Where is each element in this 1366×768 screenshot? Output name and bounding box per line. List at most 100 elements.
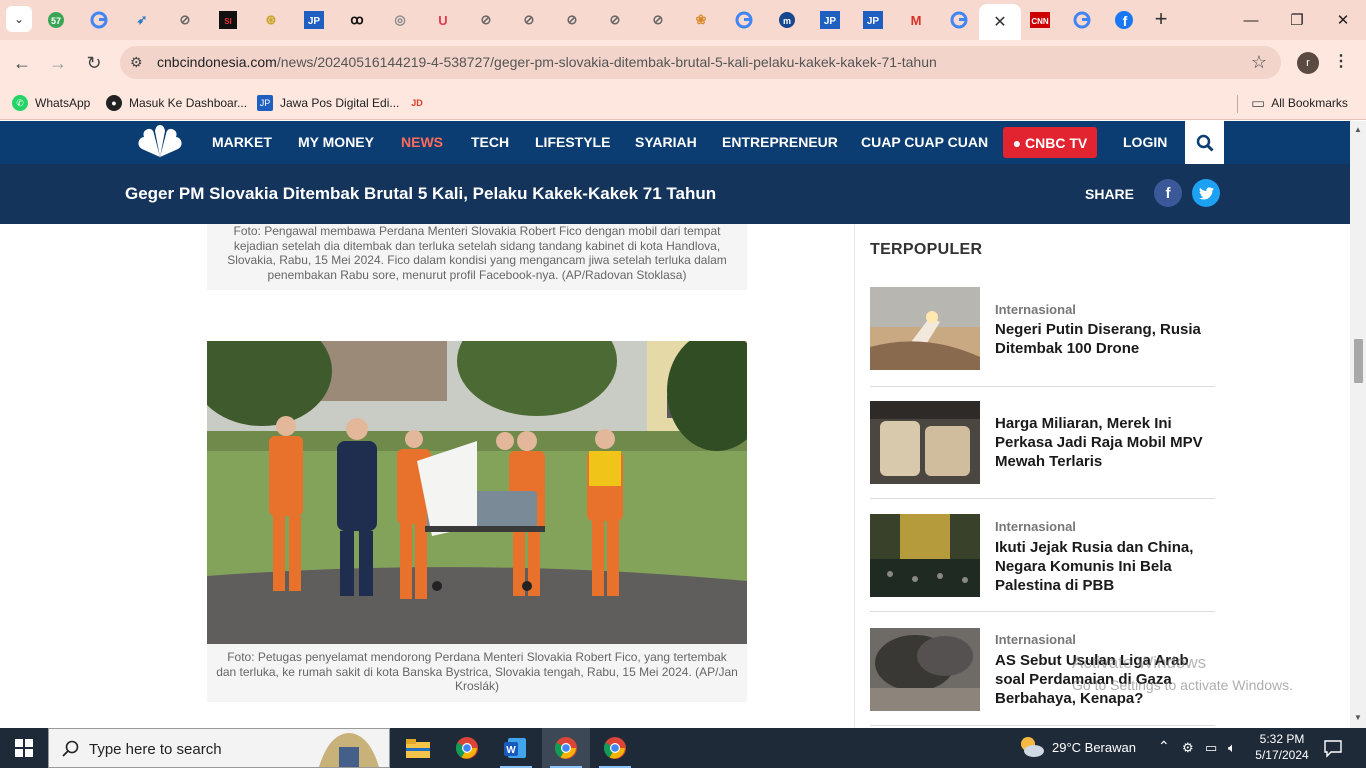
taskbar-search[interactable]: Type here to search (48, 728, 390, 768)
tab-favicon[interactable]: ❀ (689, 9, 713, 31)
tab-favicon-gmail[interactable]: M (904, 9, 928, 31)
caption-text: Foto: Petugas penyelamat mendorong Perda… (216, 650, 738, 693)
profile-avatar[interactable]: r (1297, 52, 1319, 74)
reload-button[interactable]: ↻ (81, 50, 107, 76)
tab-favicon-globe[interactable]: ⊘ (646, 9, 670, 31)
nav-entrepreneur[interactable]: ENTREPRENEUR (722, 134, 838, 150)
tab-favicon-globe[interactable]: ⊘ (173, 9, 197, 31)
tab-favicon[interactable]: m (775, 9, 799, 31)
page-scrollbar[interactable]: ▲ ▼ (1350, 121, 1366, 728)
scroll-up-icon[interactable]: ▲ (1354, 125, 1362, 134)
forward-button[interactable]: → (45, 50, 71, 76)
tab-favicon[interactable]: ◎ (388, 9, 412, 31)
popular-item[interactable]: Internasional Ikuti Jejak Rusia dan Chin… (870, 514, 1215, 612)
popular-category[interactable]: Internasional (995, 302, 1076, 317)
chrome-icon (555, 737, 577, 759)
clock-date: 5/17/2024 (1255, 748, 1309, 762)
tab-favicon-facebook[interactable]: f (1112, 9, 1136, 31)
url-text[interactable]: cnbcindonesia.com/news/20240516144219-4-… (157, 54, 937, 70)
bookmark-site[interactable]: JD (409, 93, 432, 113)
network-settings-icon[interactable]: ⚙ (1182, 740, 1194, 756)
chrome-profile-app[interactable] (591, 728, 639, 768)
reload-icon: ↻ (86, 52, 102, 73)
tab-favicon-google[interactable] (1070, 9, 1094, 31)
chrome-app[interactable] (443, 728, 491, 768)
back-button[interactable]: ← (9, 50, 35, 76)
tab-favicon[interactable]: ⊛ (259, 9, 283, 31)
nav-market[interactable]: MARKET (212, 134, 272, 150)
notification-icon[interactable] (1323, 738, 1343, 758)
popular-item[interactable]: Harga Miliaran, Merek Ini Perkasa Jadi R… (870, 401, 1215, 499)
close-tab-icon[interactable]: ✕ (993, 12, 1006, 32)
popular-thumbnail[interactable] (870, 401, 980, 484)
facebook-share-icon[interactable]: f (1154, 179, 1182, 207)
tab-favicon[interactable]: ➶ (130, 9, 154, 31)
popular-thumbnail[interactable] (870, 628, 980, 711)
site-info-icon[interactable]: ⚙ (130, 54, 143, 71)
active-tab[interactable]: ✕ (979, 4, 1021, 40)
nav-syariah[interactable]: SYARIAH (635, 134, 697, 150)
close-window-button[interactable]: ✕ (1320, 0, 1366, 40)
nav-tech[interactable]: TECH (471, 134, 509, 150)
popular-title[interactable]: Harga Miliaran, Merek Ini Perkasa Jadi R… (995, 414, 1217, 471)
browser-menu-icon[interactable]: ⋮ (1333, 51, 1349, 71)
tab-favicon-jp[interactable]: JP (302, 9, 326, 31)
search-icon (62, 740, 79, 757)
tab-favicon-globe[interactable]: ⊘ (603, 9, 627, 31)
all-bookmarks-button[interactable]: ▭ All Bookmarks (1251, 93, 1348, 113)
start-button[interactable] (0, 728, 48, 768)
tab-favicon-jp[interactable]: JP (818, 9, 842, 31)
article-photo[interactable] (207, 341, 747, 644)
address-bar[interactable]: ⚙ cnbcindonesia.com/news/20240516144219-… (120, 46, 1281, 79)
bookmark-dashboard[interactable]: ● Masuk Ke Dashboar... (106, 93, 247, 113)
bookmark-label: WhatsApp (35, 96, 91, 110)
network-icon[interactable]: ▭ (1205, 740, 1217, 756)
popular-category[interactable]: Internasional (995, 632, 1076, 647)
popular-item[interactable]: Internasional Negeri Putin Diserang, Rus… (870, 287, 1215, 387)
tab-favicon-globe[interactable]: ⊘ (560, 9, 584, 31)
file-explorer-app[interactable] (394, 728, 442, 768)
chevron-up-icon[interactable]: ⌃ (1158, 738, 1170, 755)
login-link[interactable]: LOGIN (1123, 134, 1167, 150)
tab-favicon-jp[interactable]: JP (861, 9, 885, 31)
popular-category[interactable]: Internasional (995, 519, 1076, 534)
tab-favicon[interactable]: SI (216, 9, 240, 31)
tab-favicon-cnn[interactable]: CNN (1028, 9, 1052, 31)
site-search-button[interactable] (1185, 121, 1224, 164)
popular-thumbnail[interactable] (870, 287, 980, 370)
popular-title[interactable]: Negeri Putin Diserang, Rusia Ditembak 10… (995, 320, 1217, 358)
url-path: /news/20240516144219-4-538727/geger-pm-s… (276, 54, 937, 70)
tab-search-dropdown[interactable]: ⌄ (6, 6, 32, 32)
tab-favicon[interactable]: 57 (44, 9, 68, 31)
tab-favicon[interactable]: ꝏ (345, 9, 369, 31)
scroll-down-icon[interactable]: ▼ (1354, 713, 1362, 722)
tab-favicon-globe[interactable]: ⊘ (517, 9, 541, 31)
bookmark-jawapos[interactable]: JP Jawa Pos Digital Edi... (257, 93, 399, 113)
bookmark-whatsapp[interactable]: ✆ WhatsApp (12, 93, 90, 113)
new-tab-button[interactable]: + (1150, 8, 1172, 30)
volume-icon[interactable]: 🔈︎ (1228, 740, 1236, 756)
tab-favicon[interactable]: U (431, 9, 455, 31)
popular-title[interactable]: Ikuti Jejak Rusia dan China, Negara Komu… (995, 538, 1217, 595)
tab-favicon-google[interactable] (947, 9, 971, 31)
scroll-thumb[interactable] (1354, 339, 1363, 383)
weather-text[interactable]: 29°C Berawan (1052, 740, 1136, 755)
tab-favicon-google[interactable] (87, 9, 111, 31)
popular-thumbnail[interactable] (870, 514, 980, 597)
cnbc-tv-button[interactable]: ● CNBC TV (1003, 127, 1097, 158)
nav-news[interactable]: NEWS (401, 134, 443, 150)
cnbc-peacock-logo[interactable] (136, 125, 184, 159)
tab-favicon-google[interactable] (732, 9, 756, 31)
maximize-button[interactable]: ❐ (1274, 0, 1320, 40)
twitter-share-icon[interactable] (1192, 179, 1220, 207)
system-clock[interactable]: 5:32 PM 5/17/2024 (1254, 731, 1310, 763)
minimize-button[interactable]: — (1228, 0, 1274, 40)
nav-lifestyle[interactable]: LIFESTYLE (535, 134, 610, 150)
chrome-profile-app[interactable] (542, 728, 590, 768)
word-app[interactable]: W (492, 728, 540, 768)
nav-cuap-cuap-cuan[interactable]: CUAP CUAP CUAN (861, 134, 988, 150)
bookmark-star-icon[interactable]: ☆ (1251, 52, 1267, 73)
tab-favicon-globe[interactable]: ⊘ (474, 9, 498, 31)
nav-my-money[interactable]: MY MONEY (298, 134, 374, 150)
weather-cloud-icon[interactable] (1019, 735, 1045, 759)
